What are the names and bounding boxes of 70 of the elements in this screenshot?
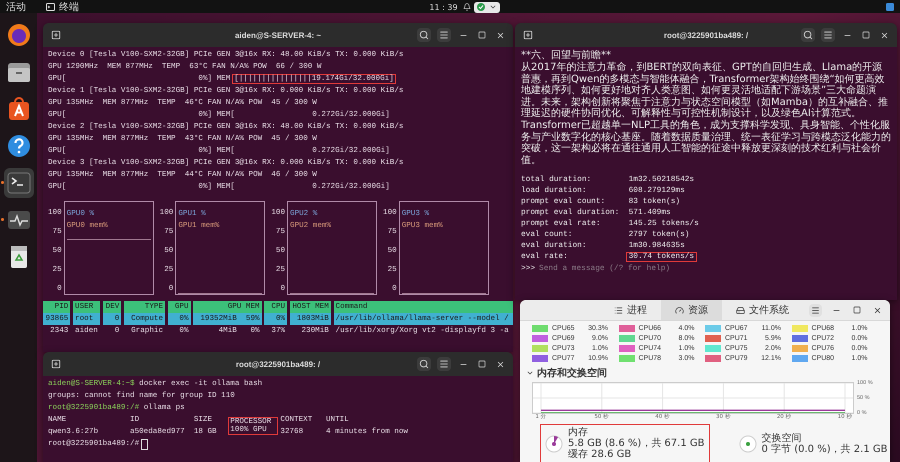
maximize-icon (478, 360, 486, 368)
menu-button[interactable] (437, 357, 451, 371)
maximize-button[interactable] (476, 358, 488, 370)
round-logo-icon (6, 23, 30, 47)
close-icon (496, 30, 505, 40)
terminal-icon (46, 3, 55, 11)
maximize-icon (862, 31, 870, 39)
legend-label: 内存 (568, 427, 589, 438)
heading-text: **六、回望与前瞻** (521, 50, 612, 62)
plus-icon (51, 359, 61, 369)
menu-button[interactable] (809, 304, 822, 316)
check-icon (477, 3, 485, 11)
trash-icon (8, 245, 28, 269)
cache-text: 缓存 28.6 GB (568, 449, 632, 460)
new-tab-button[interactable] (49, 28, 63, 42)
search-icon (419, 30, 429, 40)
tab[interactable]: 文件系统 (722, 300, 803, 320)
list-icon (614, 306, 623, 314)
legend-label: 交换空间 (762, 432, 802, 444)
search-icon (803, 30, 813, 40)
search-button[interactable] (417, 357, 431, 371)
close-icon (873, 306, 882, 314)
bell-icon (462, 3, 471, 11)
menu-icon (811, 306, 820, 314)
menu-icon (439, 359, 449, 369)
running-dot (0, 218, 4, 221)
help-icon (6, 134, 30, 158)
chevron-icon[interactable] (526, 369, 534, 377)
search-button[interactable] (801, 28, 815, 42)
search-button[interactable] (417, 28, 431, 42)
running-dot (0, 181, 4, 184)
new-tab-button[interactable] (521, 28, 535, 42)
gauge-icon (675, 306, 684, 314)
window-title: root@3225901ba489: / (236, 360, 320, 368)
tab[interactable]: 资源 (661, 300, 722, 320)
chevron-icon (489, 3, 497, 11)
menu-icon (439, 30, 449, 40)
shopping-bag-icon (6, 97, 30, 121)
search-icon (419, 359, 429, 369)
maximize-button[interactable] (851, 304, 863, 316)
new-tab-button[interactable] (49, 357, 63, 371)
usage-text: 5.8 GB (8.6 %)，共 67.1 GB (568, 438, 704, 449)
text-cursor (141, 438, 148, 450)
clock-text[interactable]: 11 : 39 (429, 2, 458, 12)
menu-icon (823, 30, 833, 40)
terminal-icon (6, 172, 30, 194)
folder-icon (6, 61, 30, 83)
app-indicator-icon (886, 3, 894, 11)
menu-button[interactable] (821, 28, 835, 42)
maximize-icon (478, 31, 486, 39)
close-icon (496, 360, 505, 368)
plus-icon (523, 30, 533, 40)
paragraph: 从2017年的注意力革命，到BERT的双向表征、GPT的自回归生成、Llama的开源普惠，再到Qwen的多模态与智能体融合，Transformer架构始终围绕“如何更高效地建模序列、如何更好地对齐人类意图、如何更灵活地适配下游场景”三大命题演进。未来，架构创新将聚焦于注意力与状态空间模型（如Mamba）的互补融合、推理延迟的硬件协同优化、可解释性与可控性机制设计，以及绿色AI计算范式。Transformer已超越单一NLP工具的角色，成为支撑科学发现、具身智能、个性化服务与产业数字化的核心基座。随着数据质量治理、统一表征学习与跨模态泛化能力的突破，这一架构必将在通往通用人工智能的征途中释放更深刻的技术红利与社会价值。 (521, 62, 891, 166)
maximize-button[interactable] (476, 29, 488, 41)
menu-button[interactable] (437, 28, 451, 42)
window-title: aiden@S-SERVER-4: ~ (234, 30, 322, 40)
dock-item[interactable] (4, 168, 34, 198)
pulse-icon (6, 210, 30, 230)
drive-icon (736, 306, 745, 314)
app-menu[interactable]: 终端 (59, 0, 79, 14)
capture-pill[interactable] (474, 2, 500, 12)
maximize-button[interactable] (860, 29, 872, 41)
section-title: 内存和交换空间 (537, 366, 607, 380)
usage-text: 0 字节 (0.0 %)，共 2.1 GB (762, 444, 888, 454)
activities-button[interactable]: 活动 (6, 0, 26, 14)
plus-icon (51, 30, 61, 40)
close-icon (880, 30, 889, 40)
window-title: root@3225901ba489: / (664, 30, 748, 40)
tab[interactable]: 进程 (600, 300, 661, 320)
maximize-icon (853, 306, 861, 314)
